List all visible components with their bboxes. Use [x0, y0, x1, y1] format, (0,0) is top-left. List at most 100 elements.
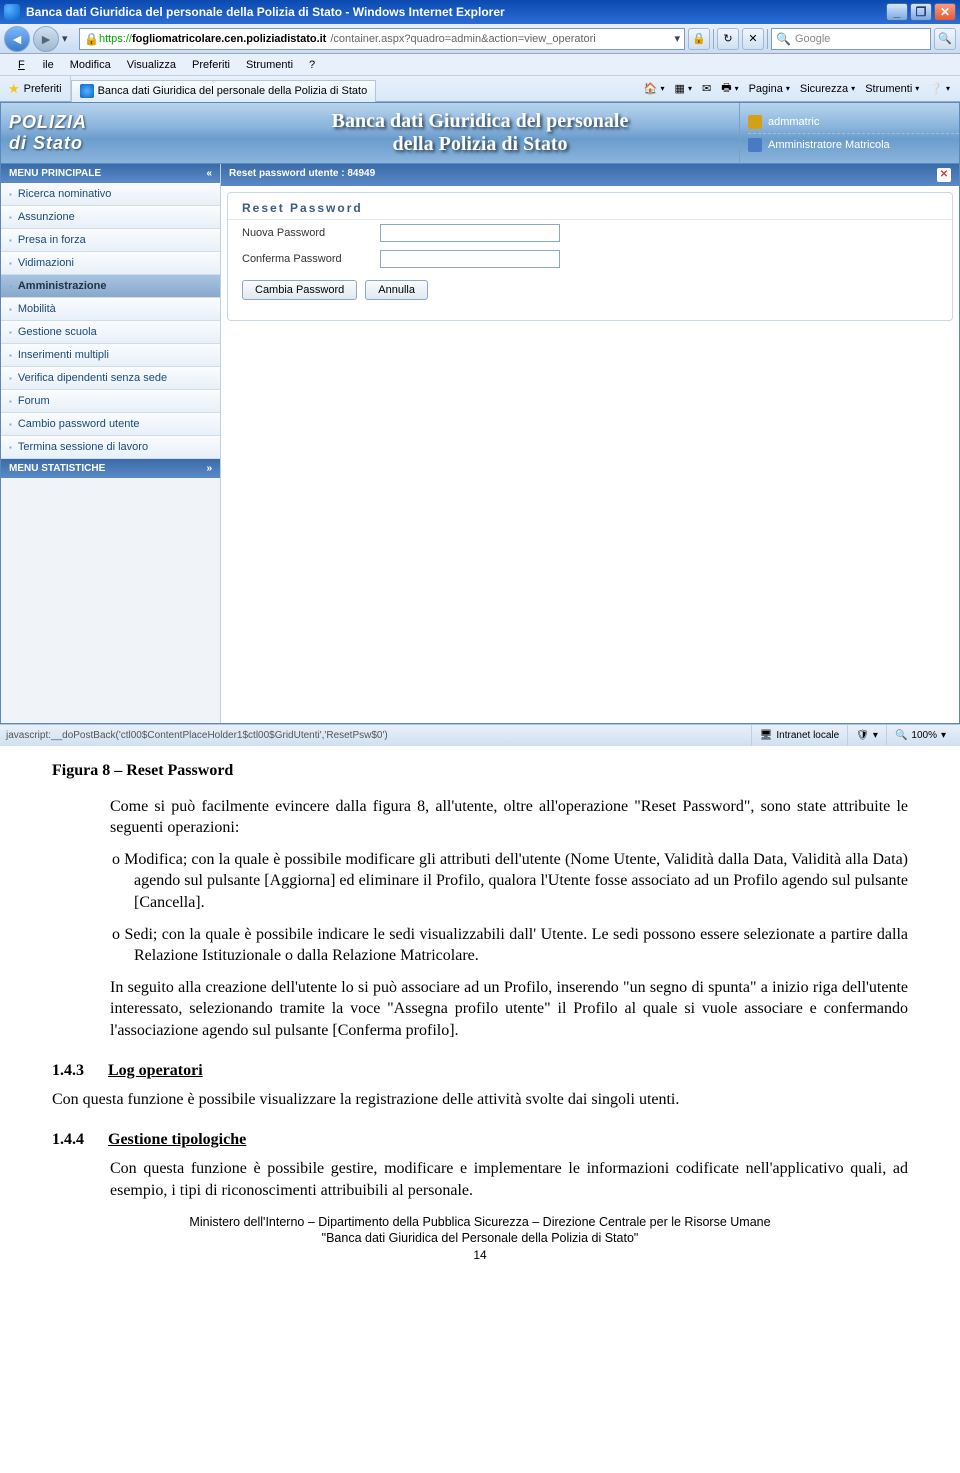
cert-lock-button[interactable]: 🔒: [688, 28, 710, 50]
page-menu[interactable]: Pagina ▾: [745, 81, 794, 97]
address-field[interactable]: 🔒 https://fogliomatricolare.cen.poliziad…: [79, 28, 685, 50]
zoom-control[interactable]: 🔍 100% ▾: [886, 725, 954, 746]
lock-icon: 🔒: [84, 32, 99, 46]
list-item: Modifica; con la quale è possibile modif…: [52, 849, 908, 914]
sidebar-item-verifica[interactable]: Verifica dipendenti senza sede: [1, 367, 220, 390]
collapse-icon: «: [206, 168, 212, 179]
window-titlebar: Banca dati Giuridica del personale della…: [0, 0, 960, 24]
change-password-button[interactable]: Cambia Password: [242, 280, 357, 300]
logo-subtext: di Stato: [9, 133, 87, 154]
security-zone: 🖥 Intranet locale: [751, 725, 848, 746]
sidebar-item-forum[interactable]: Forum: [1, 390, 220, 413]
sidebar-item-cambiopw[interactable]: Cambio password utente: [1, 413, 220, 436]
nav-history-dropdown[interactable]: ▾: [62, 32, 76, 45]
protected-mode: 🛡 ▾: [847, 725, 886, 746]
statusbar-text: javascript:__doPostBack('ctl00$ContentPl…: [6, 730, 751, 741]
sidebar-item-scuola[interactable]: Gestione scuola: [1, 321, 220, 344]
paragraph: Come si può facilmente evincere dalla fi…: [52, 796, 908, 839]
page-footer: Ministero dell'Interno – Dipartimento de…: [52, 1214, 908, 1248]
url-path: /container.aspx?quadro=admin&action=view…: [330, 33, 670, 45]
paragraph: Con questa funzione è possibile gestire,…: [52, 1158, 908, 1201]
page-number: 14: [52, 1247, 908, 1263]
tab-title: Banca dati Giuridica del personale della…: [98, 85, 368, 97]
home-button[interactable]: 🏠▾: [640, 80, 669, 97]
maximize-button[interactable]: ❐: [910, 3, 932, 21]
mail-icon: ✉: [702, 82, 711, 95]
url-dropdown-icon[interactable]: ▾: [674, 32, 680, 45]
browser-tab[interactable]: Banca dati Giuridica del personale della…: [71, 80, 377, 102]
paragraph: In seguito alla creazione dell'utente lo…: [52, 977, 908, 1042]
safety-menu[interactable]: Sicurezza ▾: [796, 81, 859, 97]
close-button[interactable]: ✕: [934, 3, 956, 21]
mail-button[interactable]: ✉: [698, 80, 715, 97]
sidebar-item-mobilita[interactable]: Mobilità: [1, 298, 220, 321]
role-icon: [748, 138, 762, 152]
search-button[interactable]: 🔍: [934, 28, 956, 50]
reset-password-panel: Reset Password Nuova Password Conferma P…: [227, 192, 953, 321]
menu-file[interactable]: File: [6, 57, 60, 73]
zoom-icon: 🔍: [895, 730, 907, 741]
heading-143: 1.4.3Log operatori: [52, 1060, 908, 1082]
help-icon: ❔: [929, 82, 943, 95]
favorites-button[interactable]: ★ Preferiti: [0, 76, 71, 101]
label-new-password: Nuova Password: [242, 227, 372, 239]
sidebar-header-main[interactable]: MENU PRINCIPALE «: [1, 164, 220, 183]
panel-close-icon[interactable]: ✕: [937, 168, 951, 182]
sidebar-item-inserimenti[interactable]: Inserimenti multipli: [1, 344, 220, 367]
app-logo: POLIZIA di Stato: [1, 103, 221, 163]
username: admmatric: [768, 116, 819, 128]
content-title: Reset password utente : 84949: [229, 168, 375, 182]
menu-help[interactable]: ?: [303, 57, 321, 73]
back-button[interactable]: ◄: [4, 26, 30, 52]
cancel-button[interactable]: Annulla: [365, 280, 428, 300]
sidebar-header-stats[interactable]: MENU STATISTICHE »: [1, 459, 220, 478]
content-pane: Reset password utente : 84949 ✕ Reset Pa…: [221, 164, 959, 723]
figure-caption: Figura 8 – Reset Password: [52, 760, 908, 782]
forward-button[interactable]: ►: [33, 26, 59, 52]
confirm-password-input[interactable]: [380, 250, 560, 268]
panel-legend: Reset Password: [228, 197, 952, 220]
star-icon: ★: [8, 81, 20, 97]
new-password-input[interactable]: [380, 224, 560, 242]
tools-menu[interactable]: Strumenti ▾: [861, 81, 923, 97]
menu-bar: File Modifica Visualizza Preferiti Strum…: [0, 54, 960, 76]
tab-toolbar: ★ Preferiti Banca dati Giuridica del per…: [0, 76, 960, 102]
window-title: Banca dati Giuridica del personale della…: [26, 5, 886, 19]
app-title-line2: della Polizia di Stato: [221, 133, 739, 156]
url-protocol: https://: [99, 33, 132, 45]
feeds-button[interactable]: ▦▾: [671, 80, 696, 97]
logo-text: POLIZIA: [9, 112, 87, 133]
help-button[interactable]: ❔▾: [925, 80, 954, 97]
stop-button[interactable]: ✕: [742, 28, 764, 50]
sidebar-item-presa[interactable]: Presa in forza: [1, 229, 220, 252]
search-box[interactable]: 🔍 Google: [771, 28, 931, 50]
menu-preferiti[interactable]: Preferiti: [186, 57, 236, 73]
print-icon: 🖶: [721, 79, 731, 98]
document-body: Figura 8 – Reset Password Come si può fa…: [0, 746, 960, 1283]
sidebar-item-termina[interactable]: Termina sessione di lavoro: [1, 436, 220, 459]
sidebar-item-vidimazioni[interactable]: Vidimazioni: [1, 252, 220, 275]
paragraph: Con questa funzione è possibile visualiz…: [52, 1089, 908, 1111]
favorites-label: Preferiti: [24, 83, 62, 95]
google-icon: 🔍: [776, 32, 791, 46]
search-placeholder: Google: [795, 33, 926, 45]
label-confirm-password: Conferma Password: [242, 253, 372, 265]
main-layout: MENU PRINCIPALE « Ricerca nominativo Ass…: [0, 164, 960, 724]
minimize-button[interactable]: _: [886, 3, 908, 21]
user-panel: admmatric Amministratore Matricola: [739, 103, 959, 163]
print-button[interactable]: 🖶▾: [717, 77, 742, 100]
ie-icon: [4, 4, 20, 20]
content-header: Reset password utente : 84949 ✕: [221, 164, 959, 186]
ie-tab-icon: [80, 84, 94, 98]
sidebar: MENU PRINCIPALE « Ricerca nominativo Ass…: [1, 164, 221, 723]
menu-strumenti[interactable]: Strumenti: [240, 57, 299, 73]
refresh-button[interactable]: ↻: [717, 28, 739, 50]
menu-visualizza[interactable]: Visualizza: [121, 57, 182, 73]
user-role: Amministratore Matricola: [768, 139, 890, 151]
menu-modifica[interactable]: Modifica: [64, 57, 117, 73]
sidebar-item-ricerca[interactable]: Ricerca nominativo: [1, 183, 220, 206]
sidebar-item-amministrazione[interactable]: Amministrazione: [1, 275, 220, 298]
sidebar-item-assunzione[interactable]: Assunzione: [1, 206, 220, 229]
list-item: Sedi; con la quale è possibile indicare …: [52, 924, 908, 967]
app-title-line1: Banca dati Giuridica del personale: [221, 110, 739, 133]
